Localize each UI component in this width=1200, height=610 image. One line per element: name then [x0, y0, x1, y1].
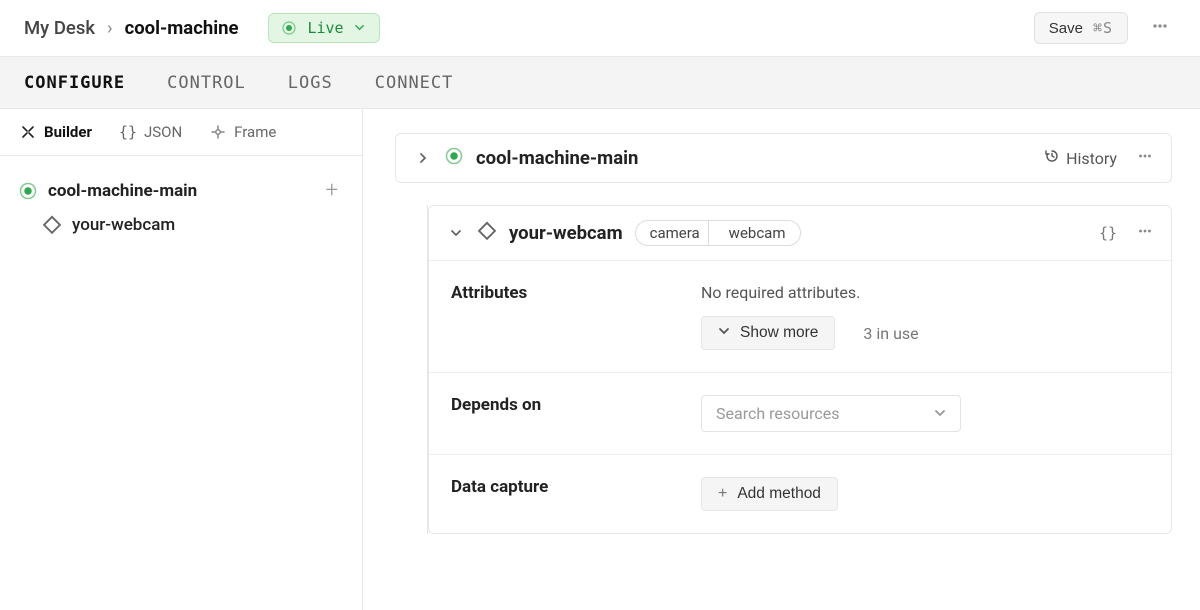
add-method-label: Add method — [737, 485, 821, 503]
component-more-button[interactable] — [1137, 223, 1153, 243]
component-tree: cool-machine-main + your-webcam — [0, 156, 362, 257]
sidebar-tab-label: Builder — [44, 123, 92, 141]
component-icon — [477, 221, 497, 245]
history-label: History — [1066, 149, 1117, 168]
show-more-label: Show more — [740, 324, 818, 342]
history-button[interactable]: History — [1044, 148, 1117, 168]
tab-control[interactable]: CONTROL — [167, 73, 246, 93]
save-button[interactable]: Save ⌘S — [1034, 12, 1128, 44]
sidebar-tab-frame[interactable]: Frame — [210, 123, 276, 141]
history-icon — [1044, 148, 1060, 168]
section-data-capture: Data capture + Add method — [429, 455, 1171, 533]
plus-icon: + — [326, 178, 338, 203]
live-status-icon — [281, 20, 297, 36]
builder-icon — [20, 124, 36, 140]
chevron-down-icon — [934, 404, 946, 423]
tab-logs[interactable]: LOGS — [288, 73, 333, 93]
main-panel: cool-machine-main History — [363, 109, 1200, 610]
json-view-button[interactable]: {} — [1099, 224, 1117, 242]
plus-icon: + — [718, 485, 727, 503]
section-depends-on: Depends on Search resources — [429, 373, 1171, 455]
component-card: your-webcam camera webcam {} — [428, 205, 1172, 534]
sidebar-tab-builder[interactable]: Builder — [20, 123, 92, 141]
section-label: Data capture — [451, 477, 701, 511]
braces-icon: {} — [1099, 224, 1117, 242]
main-tabs: CONFIGURE CONTROL LOGS CONNECT — [0, 57, 1200, 109]
dependency-search[interactable]: Search resources — [701, 395, 961, 432]
dependency-search-placeholder: Search resources — [716, 404, 839, 423]
dots-icon — [1151, 17, 1169, 39]
section-label: Depends on — [451, 395, 701, 432]
card-more-button[interactable] — [1137, 148, 1153, 168]
tree-node-component[interactable]: your-webcam — [12, 209, 350, 241]
frame-icon — [210, 124, 226, 140]
status-label: Live — [307, 19, 343, 37]
machine-title: cool-machine-main — [476, 147, 638, 169]
breadcrumb-current: cool-machine — [125, 17, 239, 39]
tab-configure[interactable]: CONFIGURE — [24, 73, 125, 93]
chevron-right-icon — [417, 152, 429, 164]
type-badge: camera — [635, 220, 718, 246]
sidebar: Builder {} JSON Frame cool-machine-main — [0, 109, 363, 610]
sidebar-tab-label: JSON — [144, 123, 182, 141]
more-menu-button[interactable] — [1144, 12, 1176, 44]
chevron-right-icon: › — [107, 17, 113, 39]
show-more-button[interactable]: Show more — [701, 316, 835, 350]
add-method-button[interactable]: + Add method — [701, 477, 838, 511]
tree-node-label: cool-machine-main — [48, 181, 197, 201]
chevron-down-icon — [354, 19, 365, 37]
breadcrumb-root[interactable]: My Desk — [24, 17, 95, 39]
expand-toggle[interactable] — [414, 149, 432, 167]
machine-icon — [18, 181, 38, 201]
model-badge: webcam — [708, 220, 801, 246]
save-label: Save — [1049, 20, 1083, 37]
tab-connect[interactable]: CONNECT — [375, 73, 454, 93]
status-pill[interactable]: Live — [268, 13, 379, 43]
add-component-button[interactable]: + — [326, 178, 344, 203]
braces-icon: {} — [120, 124, 136, 140]
machine-icon — [444, 146, 464, 170]
tree-node-label: your-webcam — [72, 215, 175, 235]
header: My Desk › cool-machine Live Save ⌘S — [0, 0, 1200, 57]
chevron-down-icon — [718, 324, 730, 342]
chevron-down-icon — [450, 227, 462, 239]
tree-node-machine[interactable]: cool-machine-main + — [12, 172, 350, 209]
component-icon — [42, 215, 62, 235]
machine-card: cool-machine-main History — [395, 133, 1172, 183]
sidebar-tab-json[interactable]: {} JSON — [120, 123, 182, 141]
attributes-in-use-count: 3 in use — [863, 324, 918, 343]
sidebar-mode-tabs: Builder {} JSON Frame — [0, 109, 362, 156]
collapse-toggle[interactable] — [447, 224, 465, 242]
type-model-badge: camera webcam — [635, 220, 801, 246]
section-attributes: Attributes No required attributes. Show … — [429, 261, 1171, 373]
component-title: your-webcam — [509, 222, 623, 244]
section-label: Attributes — [451, 283, 701, 350]
dots-icon — [1137, 224, 1153, 243]
breadcrumb: My Desk › cool-machine — [24, 17, 238, 39]
save-kbd: ⌘S — [1093, 19, 1113, 37]
sidebar-tab-label: Frame — [234, 123, 276, 141]
dots-icon — [1137, 148, 1153, 168]
attributes-empty-note: No required attributes. — [701, 283, 1149, 302]
